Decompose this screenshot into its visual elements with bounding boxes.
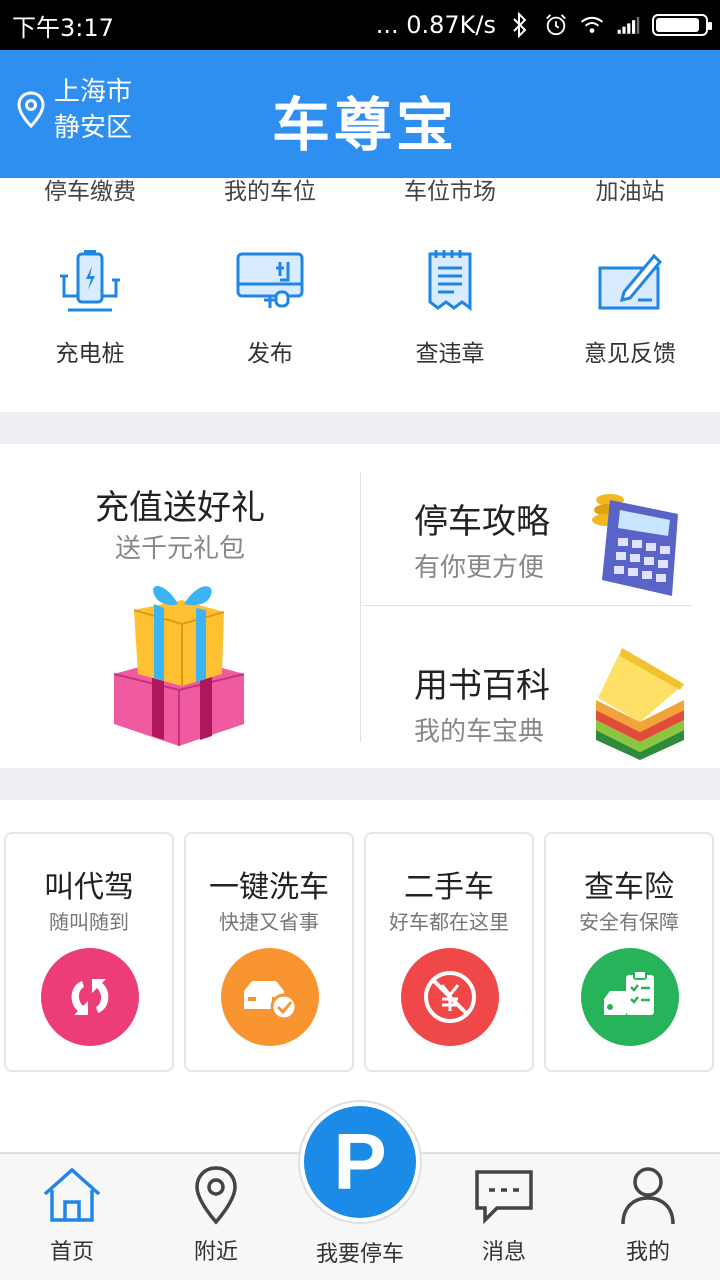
signal-icon: [616, 13, 640, 37]
car-insurance-subtitle: 安全有保障: [579, 910, 679, 934]
charging-pile-item[interactable]: 充电桩: [0, 246, 180, 376]
service-cards: 叫代驾 随叫随到 一键洗车 快捷又省事 二手车 好车都在这里 查车险 安全有保障: [0, 832, 720, 1072]
city-label: 上海市: [54, 77, 133, 107]
promo-section: 充值送好礼 送千元礼包 停车攻略 有你更方便 用书百科 我的车宝典: [0, 444, 720, 768]
battery-icon: [652, 14, 712, 36]
feedback-label: 意见反馈: [584, 341, 676, 367]
user-icon: [621, 1167, 675, 1225]
home-icon: [43, 1167, 101, 1222]
violation-query-item[interactable]: 查违章: [360, 246, 540, 376]
parking-market-item[interactable]: 车位市场: [360, 172, 540, 210]
park-button[interactable]: P: [304, 1106, 416, 1218]
car-wash-subtitle: 快捷又省事: [219, 910, 319, 934]
nav-nearby-label: 附近: [193, 1240, 238, 1265]
section-divider: [0, 412, 720, 444]
used-car-circle: [401, 948, 499, 1046]
designated-driver-subtitle: 随叫随到: [49, 910, 129, 934]
feature-icon-row: 充电桩 发布 查违章 意见反馈: [0, 246, 720, 376]
bluetooth-icon: [508, 12, 532, 38]
wifi-icon: [580, 13, 604, 37]
recharge-gift-title: 充值送好礼: [95, 488, 265, 528]
brand-logo: 车尊宝: [272, 91, 459, 159]
encyclopedia-subtitle: 我的车宝典: [414, 717, 545, 747]
refresh-icon: [71, 979, 109, 1015]
designated-driver-title: 叫代驾: [44, 870, 134, 905]
alarm-icon: [544, 13, 568, 37]
publish-icon: [236, 252, 304, 308]
used-car-title: 二手车: [404, 870, 494, 905]
calculator-icon: [592, 494, 678, 596]
promo-horizontal-divider: [362, 605, 692, 606]
battery-level: [656, 18, 700, 32]
used-car-card[interactable]: 二手车 好车都在这里: [364, 832, 534, 1072]
violation-query-label: 查违章: [415, 341, 485, 367]
used-car-icon: [424, 971, 476, 1023]
location-pin-icon: [17, 91, 45, 129]
nav-messages[interactable]: 消息: [432, 1164, 576, 1266]
nav-home[interactable]: 首页: [0, 1164, 144, 1266]
location-pin-icon: [195, 1166, 237, 1225]
recharge-gift-banner[interactable]: 充值送好礼 送千元礼包: [0, 444, 360, 768]
quick-entry-row: 停车缴费 我的车位 车位市场 加油站: [0, 178, 720, 210]
section-divider-2: [0, 768, 720, 800]
car-wash-icon: [244, 981, 298, 1021]
car-wash-title: 一键洗车: [209, 870, 329, 905]
designated-driver-card[interactable]: 叫代驾 随叫随到: [4, 832, 174, 1072]
charging-pile-icon: [60, 250, 120, 312]
status-time: 下午3:17: [12, 13, 114, 42]
violation-notepad-icon: [428, 250, 472, 311]
gas-station-item[interactable]: 加油站: [540, 172, 720, 210]
park-button-label: 我要停车: [315, 1242, 404, 1267]
car-insurance-card[interactable]: 查车险 安全有保障: [544, 832, 714, 1072]
feedback-item[interactable]: 意见反馈: [540, 246, 720, 376]
status-bar: 下午3:17 ... 0.87K/s: [0, 0, 720, 50]
used-car-subtitle: 好车都在这里: [389, 910, 509, 934]
feedback-pen-icon: [598, 253, 663, 310]
nav-mine[interactable]: 我的: [576, 1164, 720, 1266]
car-insurance-title: 查车险: [584, 870, 674, 905]
car-wash-card[interactable]: 一键洗车 快捷又省事: [184, 832, 354, 1072]
publish-label: 发布: [247, 341, 293, 367]
location-text: 上海市 静安区: [54, 74, 132, 146]
network-speed: ... 0.87K/s: [375, 11, 496, 39]
car-wash-circle: [221, 948, 319, 1046]
publish-item[interactable]: 发布: [180, 246, 360, 376]
nav-messages-label: 消息: [481, 1240, 526, 1265]
nav-mine-label: 我的: [625, 1240, 670, 1265]
charging-pile-label: 充电桩: [55, 341, 125, 367]
my-parking-space-item[interactable]: 我的车位: [180, 172, 360, 210]
parking-guide-text: 停车攻略 有你更方便: [414, 494, 550, 584]
parking-payment-item[interactable]: 停车缴费: [0, 172, 180, 210]
parking-guide-subtitle: 有你更方便: [414, 553, 545, 583]
app-header: 上海市 静安区 车尊宝: [0, 50, 720, 178]
insurance-icon: [604, 970, 654, 1015]
district-label: 静安区: [54, 113, 133, 143]
nav-home-label: 首页: [49, 1240, 94, 1265]
nav-nearby[interactable]: 附近: [144, 1164, 288, 1266]
encyclopedia-title: 用书百科: [414, 666, 550, 706]
car-insurance-circle: [581, 948, 679, 1046]
status-icons: ... 0.87K/s: [375, 11, 712, 39]
location-selector[interactable]: 上海市 静安区: [16, 74, 132, 146]
encyclopedia-text: 用书百科 我的车宝典: [414, 658, 550, 748]
books-icon: [596, 648, 684, 760]
parking-guide-title: 停车攻略: [414, 502, 550, 542]
promo-vertical-divider: [360, 472, 361, 742]
gift-box-icon: [113, 585, 245, 746]
message-icon: [475, 1170, 533, 1225]
recharge-gift-subtitle: 送千元礼包: [114, 534, 245, 564]
designated-driver-circle: [41, 948, 139, 1046]
